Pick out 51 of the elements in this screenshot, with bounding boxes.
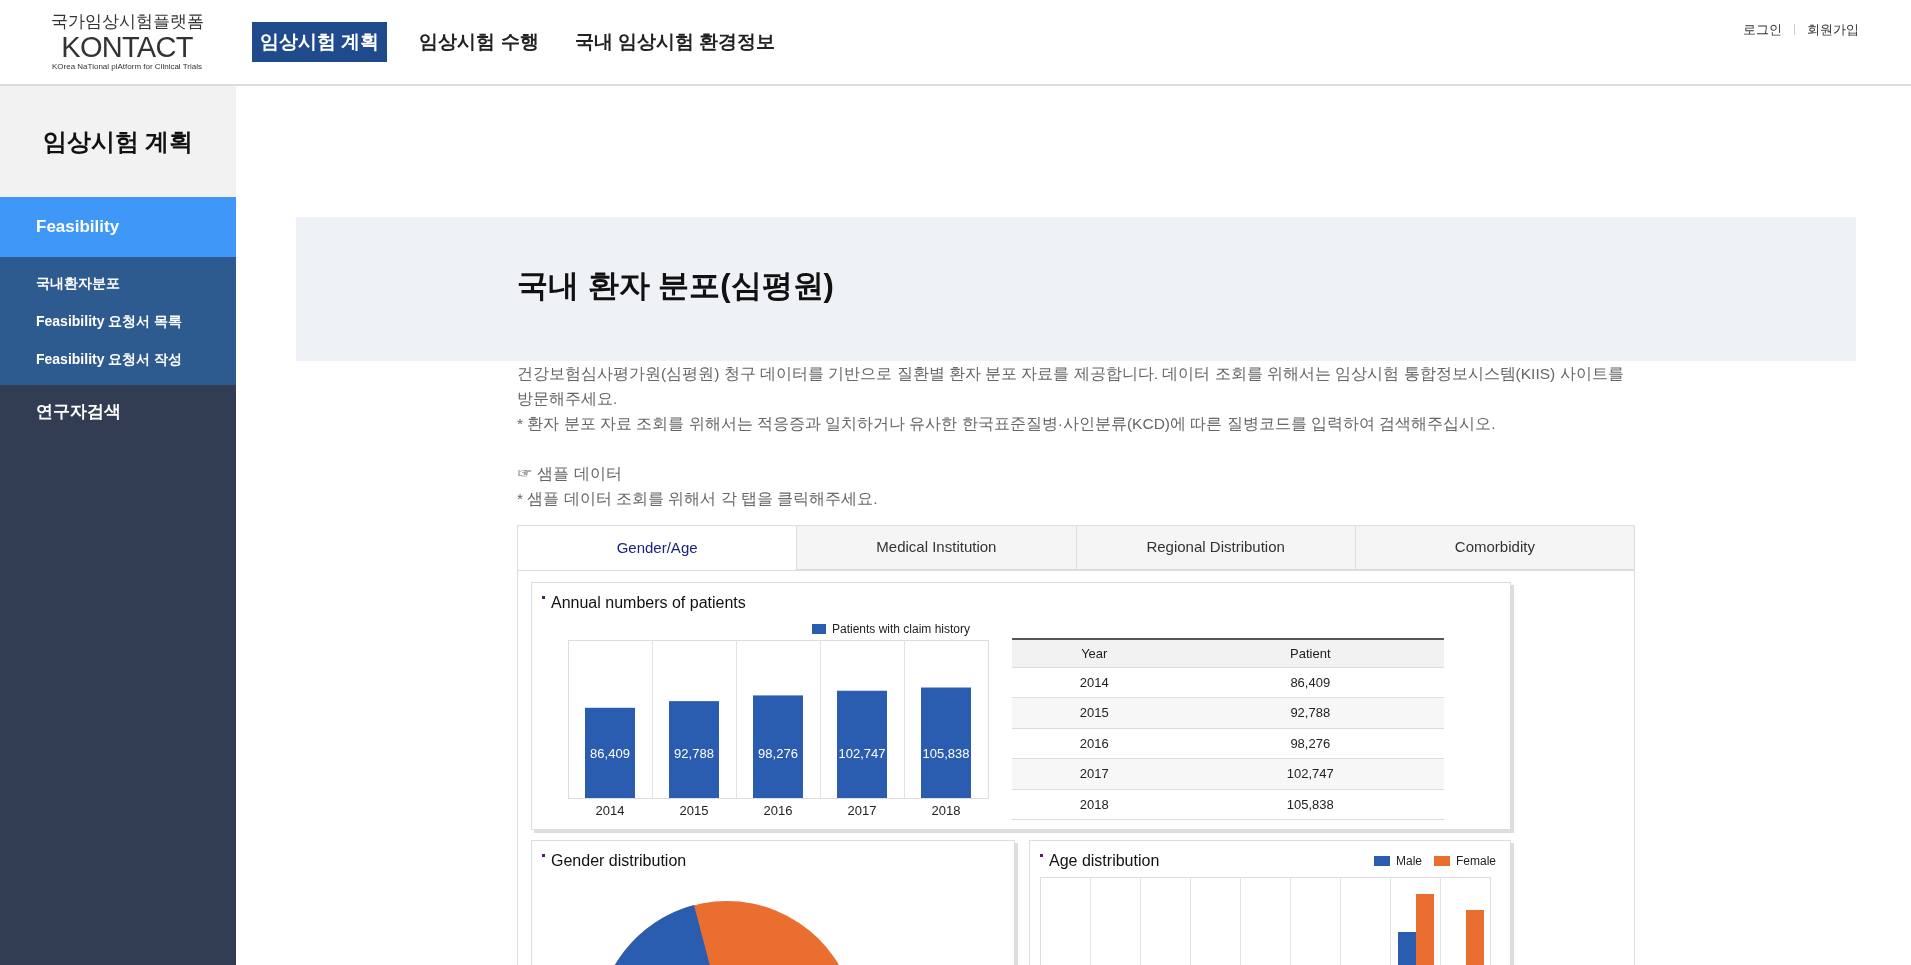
column-header: Year bbox=[1012, 639, 1177, 667]
logo[interactable]: 국가임상시험플랫폼 KONTACT KOrea NaTional plAtform for Clinical Trials bbox=[52, 12, 202, 72]
auth-link[interactable]: 회원가입 bbox=[1807, 20, 1859, 40]
nav-link[interactable]: 임상시험 계획 bbox=[252, 21, 388, 63]
bar-value-label: 102,747 bbox=[838, 746, 886, 761]
sidebar-title: 임상시험 계획 bbox=[42, 126, 194, 157]
table-cell: 102,747 bbox=[1176, 758, 1444, 789]
card-title: Age distribution bbox=[1049, 851, 1160, 871]
sidebar-subitem[interactable]: Feasibility 요청서 작성 bbox=[36, 348, 200, 370]
auth-link[interactable]: 로그인 bbox=[1743, 20, 1782, 40]
axis-label: 2018 bbox=[931, 803, 961, 818]
table-cell: 2015 bbox=[1012, 697, 1177, 728]
bar-value-label: 105,838 bbox=[922, 746, 970, 761]
sample-note: * 샘플 데이터 조회를 위해서 각 탭을 클릭해주세요. bbox=[517, 489, 879, 509]
card-title: Gender distribution bbox=[551, 851, 687, 871]
intro-text: * 환자 분포 자료 조회를 위해서는 적응증과 일치하거나 유사한 한국표준질병·사인분류(KCD)에 따른 질병코드를 입력하여 검색해주십시오. bbox=[517, 414, 1497, 434]
table-cell: 2017 bbox=[1012, 758, 1177, 789]
axis-label: 2016 bbox=[763, 803, 793, 818]
table-cell: 92,788 bbox=[1176, 697, 1444, 728]
column-header: Patient bbox=[1176, 639, 1444, 667]
bar-value-label: 86,409 bbox=[590, 746, 630, 761]
bullet-icon bbox=[542, 596, 545, 599]
tab[interactable]: Medical Institution bbox=[797, 526, 1077, 570]
sidebar-item[interactable]: 연구자검색 bbox=[0, 385, 236, 439]
nav-link[interactable]: 임상시험 수행 bbox=[415, 21, 543, 63]
table-cell: 2014 bbox=[1012, 667, 1177, 698]
bar bbox=[1466, 910, 1484, 965]
sample-heading: ☞ 샘플 데이터 bbox=[517, 464, 623, 484]
table-cell: 86,409 bbox=[1176, 667, 1444, 698]
intro-text: 건강보험심사평가원(심평원) 청구 데이터를 기반으로 질환별 환자 분포 자료를 제공합니다. 데이터 조회를 위해서는 임상시험 통합정보시스템(KIIS) 사이트를 방문해주세요. bbox=[517, 364, 1625, 409]
table-cell: 2016 bbox=[1012, 728, 1177, 759]
legend-label: Female bbox=[1456, 853, 1496, 870]
table-cell: 98,276 bbox=[1176, 728, 1444, 759]
card-title: Annual numbers of patients bbox=[551, 593, 746, 613]
page-title: 국내 환자 분포(심평원) bbox=[517, 266, 834, 305]
tab[interactable]: Comorbidity bbox=[1355, 526, 1634, 570]
sidebar-subitem[interactable]: 국내환자분포 bbox=[36, 272, 200, 294]
axis-label: 2015 bbox=[679, 803, 709, 818]
legend-label: Patients with claim history bbox=[831, 621, 970, 638]
bar-value-label: 92,788 bbox=[674, 746, 714, 761]
table-cell: 2018 bbox=[1012, 789, 1177, 820]
bar-value-label: 98,276 bbox=[758, 746, 798, 761]
bullet-icon bbox=[542, 854, 545, 857]
tab[interactable]: Regional Distribution bbox=[1076, 526, 1356, 570]
axis-label: 2017 bbox=[847, 803, 877, 818]
axis-label: 2014 bbox=[595, 803, 625, 818]
bullet-icon bbox=[1040, 854, 1043, 857]
nav-link[interactable]: 국내 임상시험 환경정보 bbox=[570, 21, 780, 63]
legend-label: Male bbox=[1395, 853, 1422, 870]
sidebar-subitem[interactable]: Feasibility 요청서 목록 bbox=[36, 310, 200, 332]
table-cell: 105,838 bbox=[1176, 789, 1444, 820]
